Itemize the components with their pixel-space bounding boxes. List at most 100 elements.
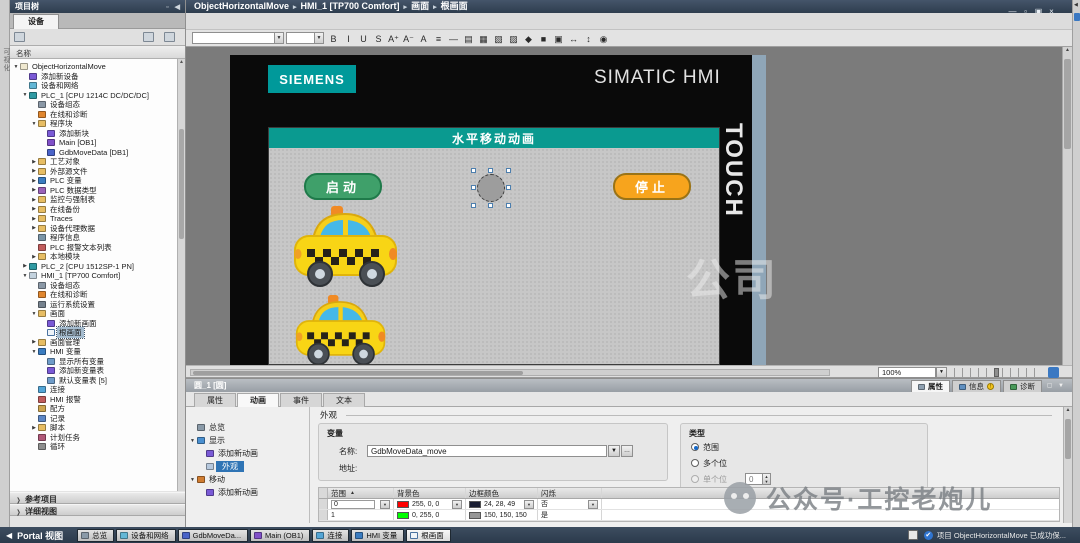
- tree-item[interactable]: PLC 报警文本列表: [10, 243, 178, 253]
- tree-item[interactable]: 在线和诊断: [10, 110, 178, 120]
- right-panel-strip[interactable]: ◀: [1072, 0, 1080, 527]
- format-tool-button[interactable]: ▦: [477, 33, 490, 46]
- tree-item[interactable]: ▶画面管理: [10, 338, 178, 348]
- breadcrumb-item[interactable]: 根画面: [441, 1, 468, 11]
- tree-item[interactable]: Main [OB1]: [10, 138, 178, 148]
- expander-icon[interactable]: ▶: [30, 206, 38, 212]
- expander-icon[interactable]: ▼: [188, 438, 197, 444]
- collapse-panel-icon[interactable]: ◀: [175, 4, 182, 11]
- circle-shape[interactable]: [477, 174, 505, 202]
- zoom-level-field[interactable]: 100%: [878, 367, 936, 378]
- taskbar-button[interactable]: HMI 变量: [351, 529, 404, 542]
- task-card-icon[interactable]: [1074, 13, 1080, 21]
- selected-circle-object[interactable]: [473, 170, 509, 206]
- format-tool-button[interactable]: ↕: [582, 33, 595, 46]
- canvas-vertical-scrollbar[interactable]: ▲: [1062, 47, 1072, 365]
- tree-item[interactable]: 设备组态: [10, 100, 178, 110]
- expander-icon[interactable]: ▶: [21, 263, 29, 269]
- float-panel-icon[interactable]: ▫: [166, 4, 170, 11]
- expander-icon[interactable]: ▶: [30, 178, 38, 184]
- format-tool-button[interactable]: ◉: [597, 33, 610, 46]
- tree-item[interactable]: 循环: [10, 442, 178, 452]
- column-header-2[interactable]: 边框颜色: [466, 488, 538, 498]
- border-color-cell[interactable]: 24, 28, 49▼: [466, 499, 538, 509]
- resize-handle[interactable]: [488, 168, 493, 173]
- column-header-3[interactable]: 闪烁: [538, 488, 602, 498]
- hmi-screen[interactable]: 水平移动动画 启动 停止: [268, 127, 720, 365]
- column-header-1[interactable]: 背景色: [394, 488, 466, 498]
- expander-icon[interactable]: ▶: [30, 168, 38, 174]
- taskbar-button[interactable]: 设备和网络: [116, 529, 176, 542]
- go-online-icon[interactable]: [164, 32, 175, 42]
- taskbar-button[interactable]: Main (OB1): [250, 529, 310, 542]
- background-color-cell[interactable]: 0, 255, 0: [394, 510, 466, 520]
- format-tool-button[interactable]: ▤: [462, 33, 475, 46]
- tab-文本[interactable]: 文本: [323, 393, 365, 407]
- tree-item[interactable]: 外观: [186, 460, 309, 473]
- expander-icon[interactable]: ▼: [21, 92, 29, 98]
- font-family-combo[interactable]: ▼: [192, 32, 284, 44]
- resize-handle[interactable]: [488, 203, 493, 208]
- row-selector-cell[interactable]: [319, 510, 328, 520]
- taxi-image[interactable]: [295, 295, 387, 365]
- resize-handle[interactable]: [471, 185, 476, 190]
- portal-view-button[interactable]: Portal 视图: [17, 529, 63, 542]
- format-tool-button[interactable]: ▨: [507, 33, 520, 46]
- expander-icon[interactable]: ▶: [30, 339, 38, 345]
- flash-cell[interactable]: 是: [538, 510, 602, 520]
- format-tool-button[interactable]: ▣: [552, 33, 565, 46]
- tree-item[interactable]: 总览: [186, 421, 309, 434]
- tree-item[interactable]: 添加新设备: [10, 72, 178, 82]
- format-tool-button[interactable]: ≡: [432, 33, 445, 46]
- start-button[interactable]: 启动: [304, 173, 382, 200]
- tree-item[interactable]: 运行系统设置: [10, 300, 178, 310]
- tree-item[interactable]: 添加新动画: [186, 486, 309, 499]
- taskbar-button[interactable]: 根画面: [406, 529, 451, 542]
- tag-dropdown-icon[interactable]: ▼: [608, 445, 620, 457]
- reference-projects-bar[interactable]: ❭参考项目: [10, 492, 185, 504]
- zoom-slider[interactable]: [954, 368, 1040, 377]
- tree-item[interactable]: 计划任务: [10, 433, 178, 443]
- dropdown-icon[interactable]: ▼: [588, 500, 598, 509]
- expander-icon[interactable]: ▼: [188, 477, 197, 483]
- resize-handle[interactable]: [506, 185, 511, 190]
- expand-all-icon[interactable]: [143, 32, 154, 42]
- tree-item[interactable]: GdbMoveData [DB1]: [10, 148, 178, 158]
- tree-item[interactable]: ▼显示: [186, 434, 309, 447]
- collapsed-panel-strip[interactable]: 可视化: [0, 0, 10, 527]
- expander-icon[interactable]: ▼: [30, 349, 38, 355]
- tree-item[interactable]: 配方: [10, 404, 178, 414]
- taskbar-button[interactable]: 总览: [77, 529, 114, 542]
- tab-动画[interactable]: 动画: [237, 393, 279, 407]
- tree-scrollbar-thumb[interactable]: [179, 129, 184, 239]
- resize-handle[interactable]: [506, 203, 511, 208]
- tree-item[interactable]: ▶PLC_2 [CPU 1512SP-1 PN]: [10, 262, 178, 272]
- expander-icon[interactable]: ▶: [30, 225, 38, 231]
- tree-item[interactable]: HMI 报警: [10, 395, 178, 405]
- radio-icon[interactable]: [691, 459, 699, 467]
- radio-option[interactable]: 多个位: [691, 455, 927, 471]
- column-header-0[interactable]: 范围▲: [328, 488, 394, 498]
- format-tool-button[interactable]: A: [417, 33, 430, 46]
- format-tool-button[interactable]: ◆: [522, 33, 535, 46]
- screen-work-area[interactable]: 启动 停止: [269, 148, 719, 365]
- format-tool-button[interactable]: ■: [537, 33, 550, 46]
- details-view-bar[interactable]: ❭详细视图: [10, 504, 185, 516]
- tree-item[interactable]: ▶本地模块: [10, 252, 178, 262]
- tree-item[interactable]: 记录: [10, 414, 178, 424]
- tree-item[interactable]: 设备和网络: [10, 81, 178, 91]
- expander-icon[interactable]: ▼: [12, 64, 20, 70]
- format-tool-button[interactable]: A⁺: [387, 33, 400, 46]
- zoom-slider-thumb[interactable]: [994, 368, 999, 377]
- tree-item[interactable]: ▼PLC_1 [CPU 1214C DC/DC/DC]: [10, 91, 178, 101]
- tree-item[interactable]: ▶监控与强制表: [10, 195, 178, 205]
- tree-item[interactable]: 连接: [10, 385, 178, 395]
- inspector-tab-diagnostics[interactable]: 诊断: [1003, 380, 1042, 392]
- breadcrumb-item[interactable]: ObjectHorizontalMove: [194, 1, 289, 11]
- tab-事件[interactable]: 事件: [280, 393, 322, 407]
- tree-item[interactable]: 添加新块: [10, 129, 178, 139]
- expander-icon[interactable]: ▶: [30, 197, 38, 203]
- tree-item[interactable]: ▶脚本: [10, 423, 178, 433]
- range-cell[interactable]: 1: [328, 510, 394, 520]
- zoom-dropdown-icon[interactable]: ▼: [936, 367, 947, 378]
